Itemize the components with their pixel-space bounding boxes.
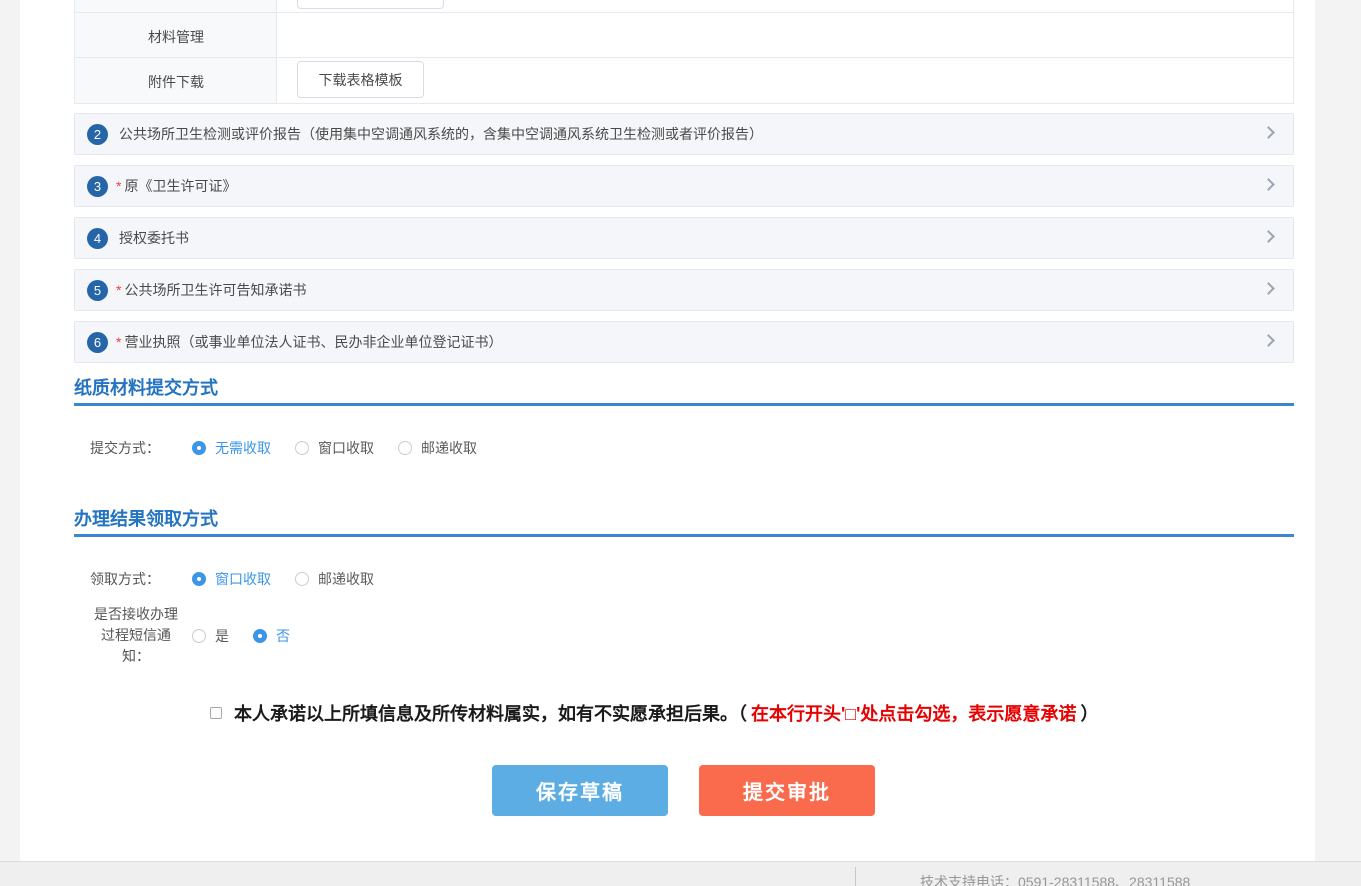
table-row-divider bbox=[75, 57, 1293, 58]
radio-option-mail-collect[interactable]: 邮递收取 bbox=[398, 438, 477, 458]
radio-icon[interactable] bbox=[295, 572, 309, 586]
commitment-red-hint: 在本行开头'□'处点击勾选，表示愿意承诺 bbox=[751, 704, 1076, 724]
save-draft-button[interactable]: 保存草稿 bbox=[492, 765, 668, 816]
section-title-paper-submit: 纸质材料提交方式 bbox=[74, 374, 218, 400]
accordion-item-5[interactable]: 5 * 公共场所卫生许可告知承诺书 bbox=[74, 269, 1294, 311]
accordion-item-2[interactable]: 2 公共场所卫生检测或评价报告（使用集中空调通风系统的，含集中空调通风系统卫生检… bbox=[74, 113, 1294, 155]
accordion-item-label: 授权委托书 bbox=[119, 228, 189, 248]
number-badge: 2 bbox=[87, 124, 108, 145]
required-mark: * bbox=[116, 334, 121, 350]
section-divider bbox=[74, 403, 1294, 406]
accordion-item-3[interactable]: 3 * 原《卫生许可证》 bbox=[74, 165, 1294, 207]
attachment-download-label: 附件下载 bbox=[75, 72, 277, 92]
radio-icon[interactable] bbox=[192, 629, 206, 643]
footer-divider bbox=[855, 867, 856, 886]
radio-icon[interactable] bbox=[253, 629, 267, 643]
radio-option-no-collect[interactable]: 无需收取 bbox=[192, 438, 271, 458]
radio-option-mail-pickup[interactable]: 邮递收取 bbox=[295, 569, 374, 589]
commitment-text: 本人承诺以上所填信息及所传材料属实，如有不实愿承担后果。（在本行开头'□'处点击… bbox=[234, 700, 1098, 726]
chevron-right-icon bbox=[1262, 282, 1275, 295]
pickup-method-label: 领取方式： bbox=[90, 569, 182, 589]
submit-approval-button[interactable]: 提交审批 bbox=[699, 765, 875, 816]
section-title-result-pickup: 办理结果领取方式 bbox=[74, 505, 218, 531]
pickup-method-row: 领取方式： 窗口收取 邮递收取 bbox=[90, 565, 398, 593]
accordion-item-label: 公共场所卫生检测或评价报告（使用集中空调通风系统的，含集中空调通风系统卫生检测或… bbox=[119, 124, 763, 144]
required-mark: * bbox=[116, 282, 121, 298]
accordion-item-6[interactable]: 6 * 营业执照（或事业单位法人证书、民办非企业单位登记证书） bbox=[74, 321, 1294, 363]
accordion-item-label: 营业执照（或事业单位法人证书、民办非企业单位登记证书） bbox=[124, 332, 502, 352]
number-badge: 6 bbox=[87, 332, 108, 353]
page-footer: 技术支持电话：0591-28311588、28311588 bbox=[0, 861, 1361, 886]
truncated-input[interactable] bbox=[297, 0, 444, 9]
material-manage-label: 材料管理 bbox=[75, 27, 277, 47]
radio-option-window-pickup[interactable]: 窗口收取 bbox=[192, 569, 271, 589]
accordion-item-label: 原《卫生许可证》 bbox=[124, 176, 236, 196]
radio-icon[interactable] bbox=[295, 441, 309, 455]
radio-icon[interactable] bbox=[192, 441, 206, 455]
support-phone-text: 技术支持电话：0591-28311588、28311588 bbox=[920, 872, 1190, 886]
radio-option-sms-no[interactable]: 否 bbox=[253, 626, 290, 646]
number-badge: 5 bbox=[87, 280, 108, 301]
chevron-right-icon bbox=[1262, 126, 1275, 139]
commitment-checkbox[interactable] bbox=[210, 707, 222, 719]
download-template-button[interactable]: 下载表格模板 bbox=[297, 61, 424, 98]
chevron-right-icon bbox=[1262, 178, 1275, 191]
submit-method-label: 提交方式： bbox=[90, 438, 182, 458]
number-badge: 3 bbox=[87, 176, 108, 197]
form-card: 材料管理 附件下载 下载表格模板 2 公共场所卫生检测或评价报告（使用集中空调通… bbox=[20, 0, 1315, 861]
submit-method-row: 提交方式： 无需收取 窗口收取 邮递收取 bbox=[90, 434, 501, 462]
accordion-item-4[interactable]: 4 授权委托书 bbox=[74, 217, 1294, 259]
accordion-item-label: 公共场所卫生许可告知承诺书 bbox=[124, 280, 306, 300]
radio-option-sms-yes[interactable]: 是 bbox=[192, 626, 229, 646]
chevron-right-icon bbox=[1262, 334, 1275, 347]
attachment-table: 材料管理 附件下载 下载表格模板 bbox=[74, 0, 1294, 104]
table-row-divider bbox=[75, 12, 1293, 13]
radio-icon[interactable] bbox=[398, 441, 412, 455]
radio-icon[interactable] bbox=[192, 572, 206, 586]
commitment-row: 本人承诺以上所填信息及所传材料属实，如有不实愿承担后果。（在本行开头'□'处点击… bbox=[210, 700, 1098, 726]
chevron-right-icon bbox=[1262, 230, 1275, 243]
section-divider bbox=[74, 534, 1294, 537]
sms-notify-row: 是否接收办理过程短信通知： 是 否 bbox=[90, 604, 314, 667]
required-mark: * bbox=[116, 178, 121, 194]
radio-option-window-collect[interactable]: 窗口收取 bbox=[295, 438, 374, 458]
number-badge: 4 bbox=[87, 228, 108, 249]
sms-notify-label: 是否接收办理过程短信通知： bbox=[90, 604, 182, 667]
form-page: 材料管理 附件下载 下载表格模板 2 公共场所卫生检测或评价报告（使用集中空调通… bbox=[0, 0, 1361, 886]
